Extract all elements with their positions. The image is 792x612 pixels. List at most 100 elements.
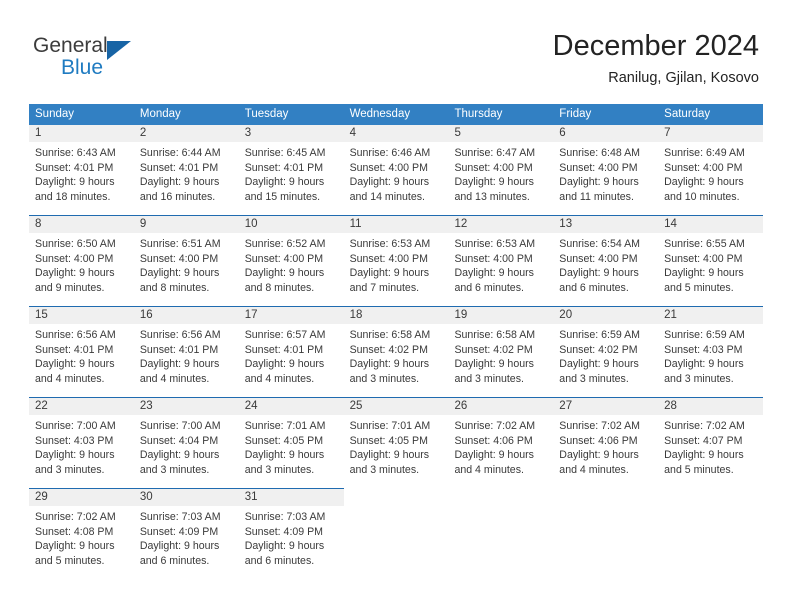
calendar-day-cell[interactable]: 9 Sunrise: 6:51 AM Sunset: 4:00 PM Daylight… bbox=[133, 216, 239, 299]
day-details: Sunrise: 7:00 AM Sunset: 4:03 PM Daylight:… bbox=[29, 415, 134, 477]
sunrise-text: Sunrise: 6:46 AM bbox=[349, 147, 431, 159]
day-number: 6 bbox=[553, 125, 659, 142]
day-number: 29 bbox=[29, 489, 134, 506]
weekday-header-wednesday: Wednesday bbox=[349, 108, 411, 120]
sunset-text: Sunset: 4:00 PM bbox=[139, 252, 219, 265]
weekday-header-sunday: Sunday bbox=[35, 108, 75, 120]
calendar-day-cell[interactable]: 25 Sunrise: 7:01 AM Sunset: 4:05 PM Dayligh… bbox=[343, 398, 449, 481]
calendar-day-cell[interactable]: 27 Sunrise: 7:02 AM Sunset: 4:06 PM Dayligh… bbox=[553, 398, 659, 481]
day-number: 16 bbox=[133, 307, 239, 324]
logo-text-general: General bbox=[33, 34, 108, 57]
sunset-text: Sunset: 4:01 PM bbox=[35, 161, 114, 174]
weekday-header-saturday: Saturday bbox=[664, 108, 711, 120]
sunset-text: Sunset: 4:00 PM bbox=[349, 252, 428, 265]
sunrise-text: Sunrise: 6:54 AM bbox=[559, 238, 640, 250]
calendar-day-cell[interactable]: 24 Sunrise: 7:01 AM Sunset: 4:05 PM Dayligh… bbox=[238, 398, 344, 481]
calendar-day-cell[interactable]: 19 Sunrise: 6:58 AM Sunset: 4:02 PM Dayligh… bbox=[448, 307, 554, 390]
day-number: 8 bbox=[29, 216, 134, 233]
day-details: Sunrise: 7:02 AM Sunset: 4:07 PM Daylight:… bbox=[658, 415, 763, 477]
sunrise-text: Sunrise: 6:58 AM bbox=[454, 329, 536, 341]
daylight-text-line2: and 6 minutes. bbox=[559, 281, 629, 294]
daylight-text-line2: and 8 minutes. bbox=[244, 281, 315, 294]
calendar-day-cell[interactable]: 17 Sunrise: 6:57 AM Sunset: 4:01 PM Dayligh… bbox=[238, 307, 344, 390]
sunset-text: Sunset: 4:01 PM bbox=[244, 161, 324, 174]
day-details: Sunrise: 7:03 AM Sunset: 4:09 PM Daylight:… bbox=[134, 506, 239, 568]
sunrise-text: Sunrise: 7:03 AM bbox=[244, 511, 326, 523]
calendar-day-cell[interactable]: 4 Sunrise: 6:46 AM Sunset: 4:00 PM Daylight… bbox=[343, 125, 449, 208]
daylight-text-line1: Daylight: 9 hours bbox=[35, 449, 115, 462]
calendar-day-cell[interactable]: 7 Sunrise: 6:49 AM Sunset: 4:00 PM Daylight… bbox=[658, 125, 764, 208]
day-details: Sunrise: 6:46 AM Sunset: 4:00 PM Daylight:… bbox=[344, 142, 449, 204]
logo-text-blue: Blue bbox=[61, 56, 104, 79]
daylight-text-line1: Daylight: 9 hours bbox=[244, 358, 325, 371]
weekday-header-friday: Friday bbox=[559, 108, 592, 120]
sunrise-text: Sunrise: 6:51 AM bbox=[139, 238, 221, 250]
calendar-week-row: 1 Sunrise: 6:43 AM Sunset: 4:01 PM Daylight… bbox=[29, 125, 764, 208]
calendar-day-cell[interactable]: 2 Sunrise: 6:44 AM Sunset: 4:01 PM Daylight… bbox=[133, 125, 239, 208]
calendar-day-cell[interactable]: 18 Sunrise: 6:58 AM Sunset: 4:02 PM Dayligh… bbox=[343, 307, 449, 390]
calendar-day-cell[interactable]: 6 Sunrise: 6:48 AM Sunset: 4:00 PM Daylight… bbox=[553, 125, 659, 208]
sunrise-text: Sunrise: 6:53 AM bbox=[349, 238, 431, 250]
day-number: 11 bbox=[343, 216, 449, 233]
calendar-day-cell[interactable]: 26 Sunrise: 7:02 AM Sunset: 4:06 PM Dayligh… bbox=[448, 398, 554, 481]
daylight-text-line2: and 3 minutes. bbox=[349, 463, 420, 476]
sunset-text: Sunset: 4:00 PM bbox=[35, 252, 114, 265]
calendar-day-cell[interactable]: 5 Sunrise: 6:47 AM Sunset: 4:00 PM Daylight… bbox=[448, 125, 554, 208]
calendar-day-cell[interactable]: 13 Sunrise: 6:54 AM Sunset: 4:00 PM Dayligh… bbox=[553, 216, 659, 299]
calendar-day-cell[interactable]: 8 Sunrise: 6:50 AM Sunset: 4:00 PM Daylight… bbox=[29, 216, 134, 299]
sunrise-text: Sunrise: 6:53 AM bbox=[454, 238, 536, 250]
daylight-text-line2: and 3 minutes. bbox=[349, 372, 420, 385]
daylight-text-line1: Daylight: 9 hours bbox=[349, 358, 430, 371]
calendar-day-cell[interactable]: 20 Sunrise: 6:59 AM Sunset: 4:02 PM Dayligh… bbox=[553, 307, 659, 390]
day-details: Sunrise: 7:02 AM Sunset: 4:08 PM Daylight:… bbox=[29, 506, 134, 568]
sunrise-text: Sunrise: 7:03 AM bbox=[139, 511, 221, 523]
daylight-text-line2: and 3 minutes. bbox=[139, 463, 210, 476]
day-number: 7 bbox=[658, 125, 764, 142]
daylight-text-line2: and 7 minutes. bbox=[349, 281, 420, 294]
day-number: 12 bbox=[448, 216, 554, 233]
calendar-day-cell[interactable]: 29 Sunrise: 7:02 AM Sunset: 4:08 PM Dayligh… bbox=[29, 489, 134, 572]
calendar-day-cell[interactable]: 21 Sunrise: 6:59 AM Sunset: 4:03 PM Dayligh… bbox=[658, 307, 764, 390]
daylight-text-line1: Daylight: 9 hours bbox=[35, 540, 115, 553]
page-subtitle: Ranilug, Gjilan, Kosovo bbox=[608, 70, 759, 86]
generalblue-logo: General Blue bbox=[33, 34, 233, 86]
day-details: Sunrise: 7:01 AM Sunset: 4:05 PM Daylight:… bbox=[239, 415, 344, 477]
calendar-day-cell[interactable]: 30 Sunrise: 7:03 AM Sunset: 4:09 PM Dayligh… bbox=[133, 489, 239, 572]
calendar-day-cell[interactable]: 14 Sunrise: 6:55 AM Sunset: 4:00 PM Dayligh… bbox=[658, 216, 764, 299]
daylight-text-line1: Daylight: 9 hours bbox=[349, 449, 430, 462]
daylight-text-line1: Daylight: 9 hours bbox=[559, 267, 639, 280]
day-number: 18 bbox=[343, 307, 449, 324]
sunset-text: Sunset: 4:00 PM bbox=[244, 252, 324, 265]
sunset-text: Sunset: 4:00 PM bbox=[349, 161, 428, 174]
calendar-day-cell[interactable]: 23 Sunrise: 7:00 AM Sunset: 4:04 PM Dayligh… bbox=[133, 398, 239, 481]
sunset-text: Sunset: 4:09 PM bbox=[139, 525, 219, 538]
calendar-day-cell[interactable]: 22 Sunrise: 7:00 AM Sunset: 4:03 PM Dayligh… bbox=[29, 398, 134, 481]
day-details: Sunrise: 7:02 AM Sunset: 4:06 PM Daylight:… bbox=[448, 415, 553, 477]
daylight-text-line2: and 18 minutes. bbox=[35, 190, 111, 203]
daylight-text-line1: Daylight: 9 hours bbox=[664, 449, 744, 462]
sunset-text: Sunset: 4:03 PM bbox=[664, 343, 743, 356]
sunrise-text: Sunrise: 6:52 AM bbox=[244, 238, 326, 250]
sunrise-text: Sunrise: 6:56 AM bbox=[139, 329, 221, 341]
calendar-day-cell[interactable]: 31 Sunrise: 7:03 AM Sunset: 4:09 PM Dayligh… bbox=[238, 489, 344, 572]
day-number: 22 bbox=[29, 398, 134, 415]
calendar-day-cell[interactable]: 28 Sunrise: 7:02 AM Sunset: 4:07 PM Dayligh… bbox=[658, 398, 764, 481]
daylight-text-line1: Daylight: 9 hours bbox=[559, 449, 639, 462]
calendar-day-cell[interactable]: 3 Sunrise: 6:45 AM Sunset: 4:01 PM Daylight… bbox=[238, 125, 344, 208]
sunset-text: Sunset: 4:01 PM bbox=[139, 161, 219, 174]
daylight-text-line1: Daylight: 9 hours bbox=[664, 358, 744, 371]
sunset-text: Sunset: 4:06 PM bbox=[559, 434, 638, 447]
sunset-text: Sunset: 4:00 PM bbox=[664, 161, 743, 174]
calendar-day-cell[interactable]: 15 Sunrise: 6:56 AM Sunset: 4:01 PM Dayligh… bbox=[29, 307, 134, 390]
calendar-day-cell[interactable]: 12 Sunrise: 6:53 AM Sunset: 4:00 PM Dayligh… bbox=[448, 216, 554, 299]
calendar-day-cell[interactable]: 10 Sunrise: 6:52 AM Sunset: 4:00 PM Dayligh… bbox=[238, 216, 344, 299]
calendar-day-cell[interactable]: 1 Sunrise: 6:43 AM Sunset: 4:01 PM Daylight… bbox=[29, 125, 134, 208]
sunset-text: Sunset: 4:03 PM bbox=[35, 434, 114, 447]
daylight-text-line2: and 6 minutes. bbox=[139, 554, 210, 567]
day-details: Sunrise: 6:48 AM Sunset: 4:00 PM Daylight:… bbox=[553, 142, 658, 204]
calendar-day-cell[interactable]: 16 Sunrise: 6:56 AM Sunset: 4:01 PM Dayligh… bbox=[133, 307, 239, 390]
calendar-day-cell[interactable]: 11 Sunrise: 6:53 AM Sunset: 4:00 PM Dayligh… bbox=[343, 216, 449, 299]
sunset-text: Sunset: 4:08 PM bbox=[35, 525, 114, 538]
day-details: Sunrise: 6:59 AM Sunset: 4:02 PM Daylight:… bbox=[553, 324, 658, 386]
day-number: 14 bbox=[658, 216, 764, 233]
